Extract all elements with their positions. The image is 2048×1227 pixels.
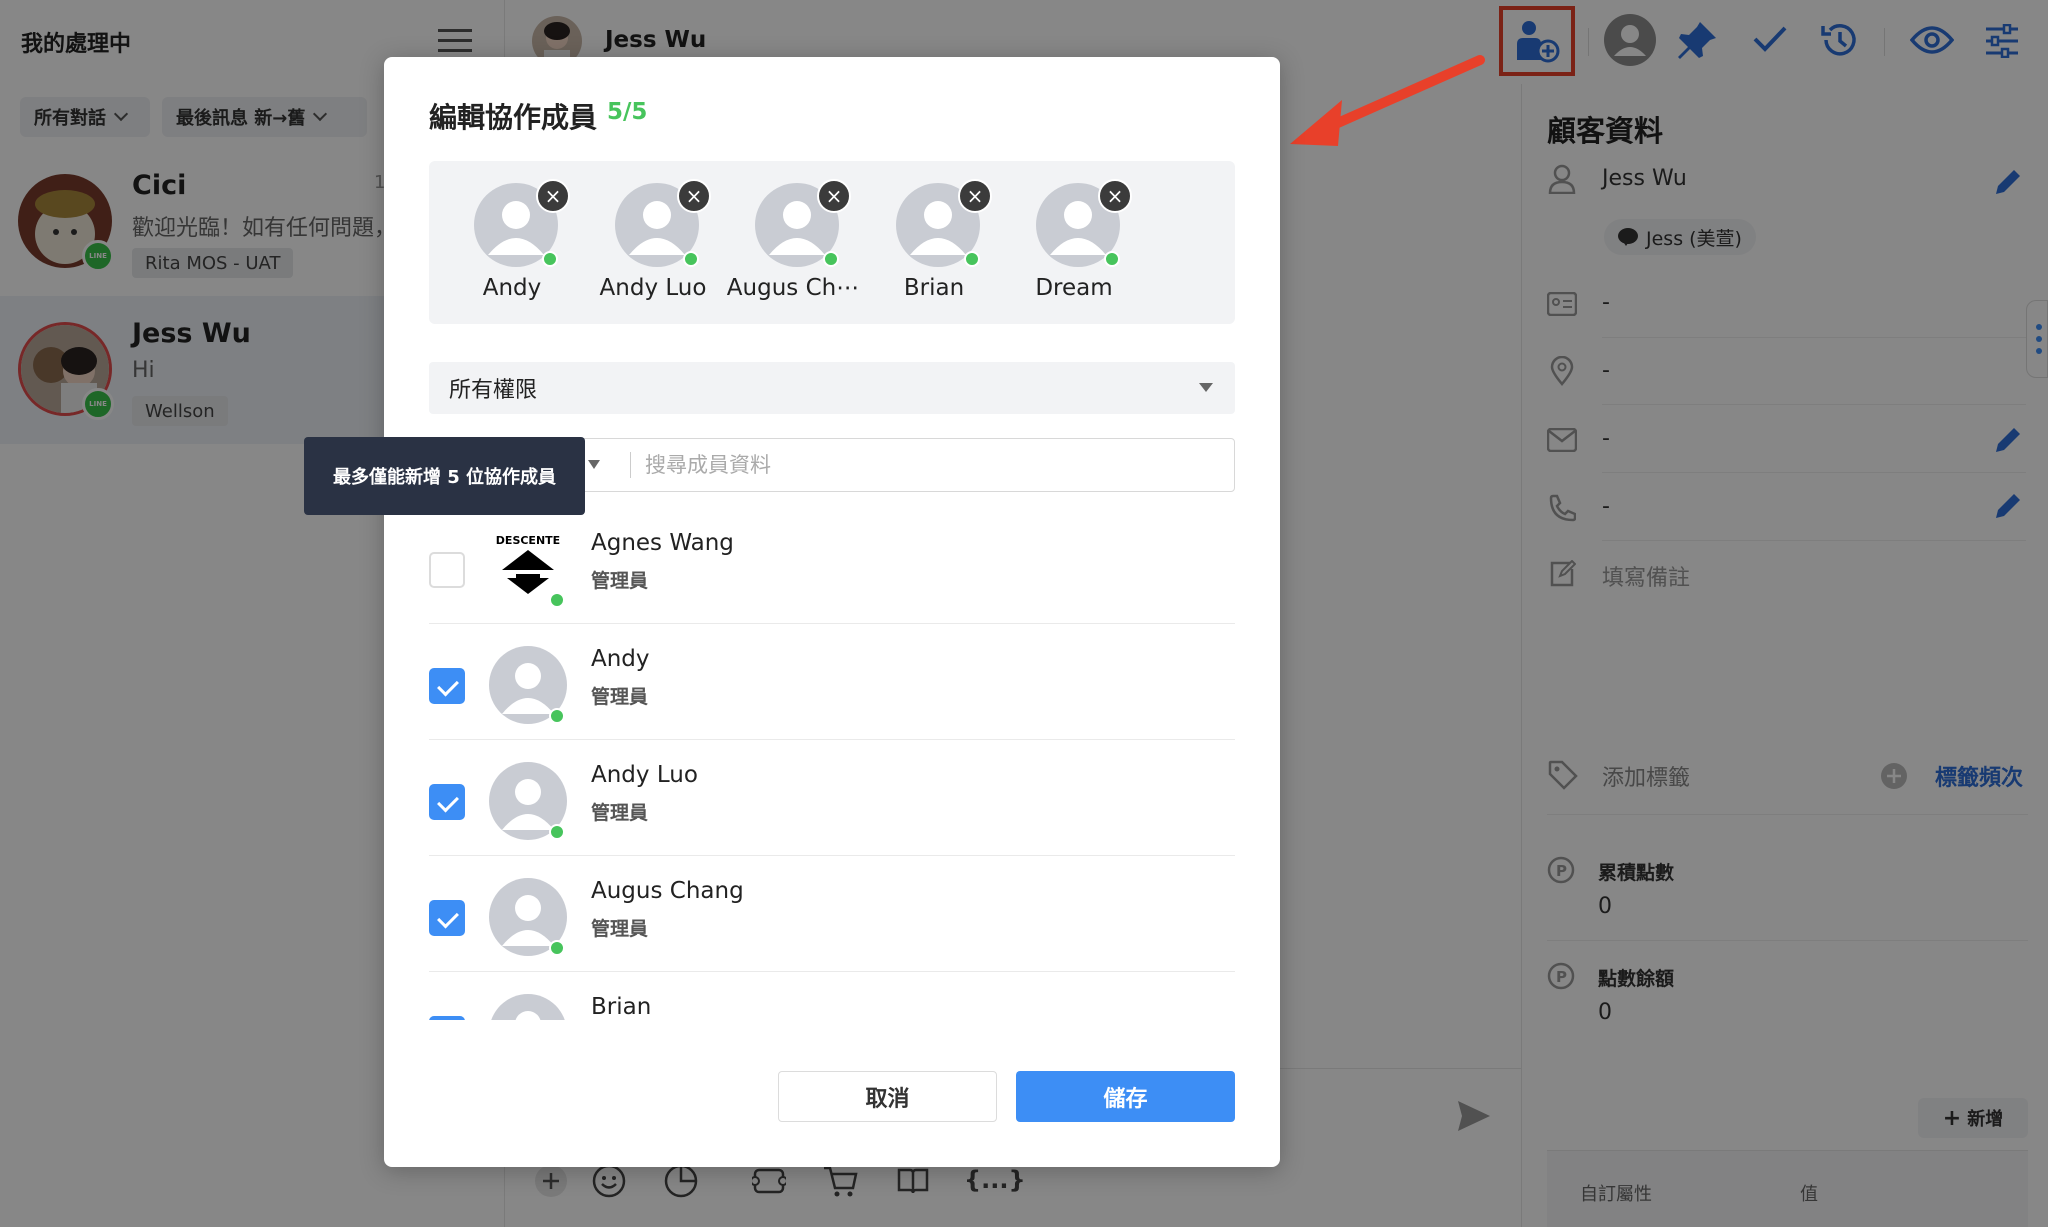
online-status-dot (549, 592, 565, 608)
remove-icon[interactable]: × (817, 179, 851, 213)
collaborator-count: 5/5 (607, 99, 648, 125)
online-status-dot (823, 251, 839, 267)
remove-icon[interactable]: × (536, 179, 570, 213)
online-status-dot (964, 251, 980, 267)
selected-collaborator: × Brian (864, 179, 1004, 313)
remove-icon[interactable]: × (958, 179, 992, 213)
online-status-dot (683, 251, 699, 267)
member-role: 管理員 (591, 802, 649, 824)
avatar (489, 994, 567, 1020)
permission-select-value: 所有權限 (449, 378, 538, 403)
collaborator-name: Dream (1035, 275, 1113, 301)
collaborator-name: Augus Ch⋯ (726, 275, 860, 301)
member-name: Agnes Wang (591, 530, 734, 556)
member-role: 管理員 (591, 570, 649, 592)
caret-down-icon (1199, 383, 1213, 392)
caret-down-icon (588, 460, 600, 469)
svg-text:DESCENTE: DESCENTE (496, 534, 560, 547)
member-row[interactable]: Andy Luo 管理員 (429, 740, 1235, 856)
selected-collaborator: × Andy Luo (583, 179, 723, 313)
selected-collaborator: × Augus Ch⋯ (723, 179, 863, 313)
member-checkbox-checked[interactable] (429, 900, 465, 936)
member-checkbox-checked[interactable] (429, 668, 465, 704)
member-row[interactable]: Andy 管理員 (429, 624, 1235, 740)
member-row[interactable]: DESCENTE Agnes Wang 管理員 (429, 508, 1235, 624)
collaborator-name: Andy Luo (599, 275, 707, 301)
selected-collaborator: × Dream (1004, 179, 1144, 313)
max-collaborators-tooltip: 最多僅能新增 5 位協作成員 (304, 437, 585, 515)
permission-select[interactable]: 所有權限 (429, 362, 1235, 414)
selected-collaborator: × Andy (442, 179, 582, 313)
save-button[interactable]: 儲存 (1016, 1071, 1235, 1122)
member-role: 管理員 (591, 686, 649, 708)
online-status-dot (549, 708, 565, 724)
modal-title: 編輯協作成員 (429, 101, 598, 134)
annotation-arrow (1280, 48, 1500, 158)
remove-icon[interactable]: × (1098, 179, 1132, 213)
online-status-dot (542, 251, 558, 267)
member-checkbox[interactable] (429, 552, 465, 588)
member-checkbox-checked[interactable] (429, 784, 465, 820)
member-name: Andy (591, 646, 650, 672)
member-checkbox-checked[interactable] (429, 1016, 465, 1020)
remove-icon[interactable]: × (677, 179, 711, 213)
member-role: 管理員 (591, 918, 649, 940)
divider (630, 452, 631, 478)
collaborator-name: Andy (482, 275, 542, 301)
online-status-dot (549, 824, 565, 840)
member-search-input[interactable] (645, 444, 1225, 486)
member-row[interactable]: Brian (429, 972, 1235, 1020)
member-name: Brian (591, 994, 652, 1020)
collaborator-name: Brian (903, 275, 965, 301)
member-name: Andy Luo (591, 762, 698, 788)
cancel-button[interactable]: 取消 (778, 1071, 997, 1122)
online-status-dot (1104, 251, 1120, 267)
member-row[interactable]: Augus Chang 管理員 (429, 856, 1235, 972)
member-list: DESCENTE Agnes Wang 管理員 Andy 管理員 Andy Lu… (429, 508, 1235, 1020)
member-name: Augus Chang (591, 878, 744, 904)
online-status-dot (549, 940, 565, 956)
